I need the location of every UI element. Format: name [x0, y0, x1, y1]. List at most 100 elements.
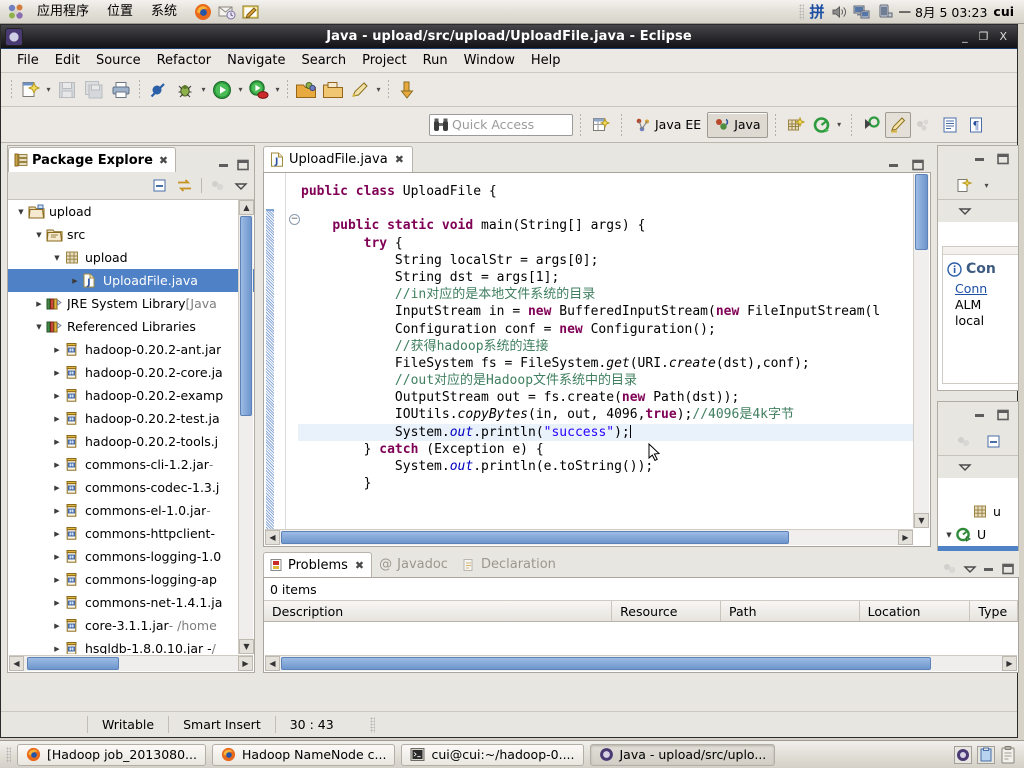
editor-hscrollbar[interactable]: ◀ ▶ — [265, 529, 913, 545]
expand-arrow-closed-icon[interactable] — [50, 414, 64, 424]
save-icon[interactable] — [54, 77, 80, 103]
menu-source[interactable]: Source — [88, 50, 149, 71]
volume-icon[interactable] — [831, 4, 847, 20]
firefox-icon[interactable] — [194, 3, 212, 21]
expand-arrow-closed-icon[interactable] — [50, 345, 64, 355]
battery-icon[interactable] — [877, 4, 893, 20]
connections-link[interactable]: Conn — [943, 277, 1018, 296]
expand-arrow-closed-icon[interactable] — [50, 391, 64, 401]
column-description[interactable]: Description — [264, 601, 612, 621]
editor-vscrollbar[interactable]: ▼ — [913, 174, 929, 528]
code-line[interactable]: String dst = args[1]; — [298, 269, 913, 286]
notes-icon[interactable] — [1000, 746, 1016, 764]
menu-refactor[interactable]: Refactor — [149, 50, 220, 71]
run-coverage-icon[interactable] — [246, 77, 272, 103]
tree-row[interactable]: 010commons-logging-1.0 — [8, 545, 254, 568]
tree-row[interactable]: 010commons-logging-ap — [8, 568, 254, 591]
code-line[interactable]: String localStr = args[0]; — [298, 252, 913, 269]
editor-hscroll-thumb[interactable] — [281, 531, 789, 544]
scroll-left-arrow[interactable]: ◀ — [265, 530, 280, 545]
highlight-icon[interactable] — [885, 112, 911, 138]
quick-access-input[interactable]: Quick Access — [429, 114, 573, 136]
expand-arrow-closed-icon[interactable] — [50, 621, 64, 631]
link-with-editor-icon[interactable] — [176, 178, 193, 194]
close-icon[interactable]: ✖ — [355, 559, 364, 572]
view-menu-icon[interactable] — [963, 562, 977, 576]
problems-table[interactable]: 0 items Description Resource Path Locati… — [263, 577, 1019, 673]
save-all-icon[interactable] — [81, 77, 107, 103]
applications-logo-icon[interactable] — [7, 3, 25, 21]
minimize-icon[interactable] — [887, 158, 901, 172]
tree-row[interactable]: 010hadoop-0.20.2-tools.j — [8, 430, 254, 453]
new-connection-icon[interactable] — [956, 177, 974, 195]
expand-arrow-open-icon[interactable] — [14, 207, 28, 217]
run-dropdown-icon[interactable]: ▾ — [236, 79, 245, 101]
menu-project[interactable]: Project — [354, 50, 414, 71]
taskbar-item-hadoop-namenode[interactable]: Hadoop NameNode c... — [212, 744, 395, 766]
taskbar-item-eclipse[interactable]: Java - upload/src/uplo... — [590, 744, 776, 766]
tree-row-selected[interactable]: JUploadFile.java — [8, 269, 254, 292]
code-line[interactable]: //out对应的是Hadoop文件系统中的目录 — [298, 372, 913, 389]
code-text[interactable]: public class UploadFile { public static … — [298, 173, 913, 529]
print-icon[interactable] — [108, 77, 134, 103]
expand-arrow-closed-icon[interactable] — [50, 575, 64, 585]
gnome-menu-applications[interactable]: 应用程序 — [28, 1, 98, 23]
code-line[interactable]: InputStream in = new BufferedInputStream… — [298, 303, 913, 320]
coverage-dropdown-icon[interactable]: ▾ — [835, 114, 844, 136]
debug-icon[interactable] — [172, 77, 198, 103]
maximize-icon[interactable] — [236, 158, 250, 172]
tree-row[interactable]: src — [8, 223, 254, 246]
code-line[interactable]: FileSystem fs = FileSystem.get(URI.creat… — [298, 355, 913, 372]
expand-arrow-open-icon[interactable] — [32, 322, 46, 332]
code-line[interactable]: System.out.println(e.toString()); — [298, 458, 913, 475]
taskbar-item-hadoop-job[interactable]: [Hadoop job_2013080... — [17, 744, 206, 766]
code-line[interactable]: Configuration conf = new Configuration()… — [298, 321, 913, 338]
view-menu-icon[interactable] — [958, 460, 972, 474]
new-java-project-icon[interactable] — [783, 112, 809, 138]
tab-package-explorer[interactable]: Package Explore ✖ — [8, 147, 176, 172]
expand-arrow-closed-icon[interactable] — [50, 506, 64, 516]
outline-row[interactable]: U — [938, 523, 1018, 546]
code-line[interactable]: IOUtils.copyBytes(in, out, 4096,true);//… — [298, 406, 913, 423]
vscroll-thumb[interactable] — [240, 216, 252, 416]
run-icon[interactable] — [209, 77, 235, 103]
mail-icon[interactable] — [218, 3, 236, 21]
menu-file[interactable]: File — [9, 50, 47, 71]
perspective-java[interactable]: Java — [707, 112, 767, 138]
taskbar-item-terminal[interactable]: cui@cui:~/hadoop-0.... — [401, 744, 583, 766]
expand-arrow-closed-icon[interactable] — [50, 529, 64, 539]
paragraph-icon[interactable]: ¶ — [963, 112, 989, 138]
maximize-button[interactable]: ❐ — [979, 30, 989, 43]
clock[interactable]: 一 8月 5 03:23 — [899, 2, 988, 21]
new-icon[interactable] — [17, 77, 43, 103]
tree-row[interactable]: 010commons-codec-1.3.j — [8, 476, 254, 499]
expand-arrow-open-icon[interactable] — [32, 230, 46, 240]
code-line-current[interactable]: System.out.println("success"); — [298, 424, 913, 441]
show-whitespace-icon[interactable] — [937, 112, 963, 138]
expand-arrow-closed-icon[interactable] — [50, 460, 64, 470]
tree-row[interactable]: upload — [8, 246, 254, 269]
column-path[interactable]: Path — [721, 601, 860, 621]
minimize-icon[interactable] — [973, 152, 987, 166]
column-location[interactable]: Location — [860, 601, 971, 621]
expand-arrow-closed-icon[interactable] — [32, 299, 46, 309]
menu-run[interactable]: Run — [415, 50, 456, 71]
taskbar-drag-handle[interactable] — [6, 747, 11, 763]
code-line[interactable]: public static void main(String[] args) { — [298, 217, 913, 234]
menu-navigate[interactable]: Navigate — [219, 50, 293, 71]
package-explorer-tree[interactable]: uploadsrcuploadJUploadFile.javaJRE Syste… — [8, 200, 254, 654]
tree-row[interactable]: 010core-3.1.1.jar - /home — [8, 614, 254, 637]
gnome-menu-places[interactable]: 位置 — [98, 1, 142, 23]
new-coverage-icon[interactable] — [809, 112, 835, 138]
code-line[interactable]: public class UploadFile { — [298, 183, 913, 200]
external-tools-icon[interactable] — [293, 77, 319, 103]
perspective-java-ee[interactable]: Java EE — [629, 112, 707, 138]
link-icon[interactable] — [911, 112, 937, 138]
new-dropdown-icon[interactable]: ▾ — [44, 79, 53, 101]
code-line[interactable]: } catch (Exception e) { — [298, 441, 913, 458]
text-editor-icon[interactable] — [242, 3, 260, 21]
hscroll-thumb[interactable] — [27, 657, 119, 670]
next-annotation-icon[interactable] — [394, 77, 420, 103]
clipboard-icon[interactable] — [977, 746, 995, 764]
close-button[interactable]: X — [999, 30, 1007, 43]
